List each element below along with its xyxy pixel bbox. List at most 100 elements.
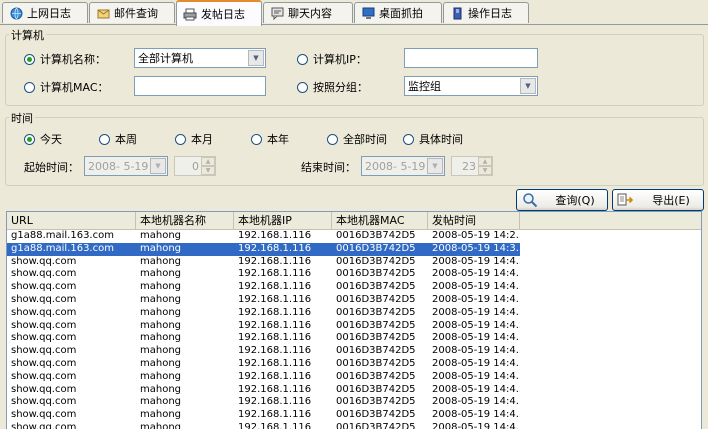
computer-ip-input[interactable] [404, 48, 538, 68]
computer-mac-input[interactable] [134, 76, 266, 96]
table-cell: mahong [140, 345, 182, 357]
group-value: 监控组 [408, 80, 441, 93]
table-cell: mahong [140, 319, 182, 331]
time-option-label: 本年 [267, 133, 289, 146]
table-header: URL 本地机器名称 本地机器IP 本地机器MAC 发帖时间 [7, 212, 701, 230]
group-select[interactable]: 监控组 ▼ [404, 76, 538, 96]
tab-label: 邮件查询 [114, 7, 158, 20]
search-icon [517, 192, 543, 208]
radio-this-month[interactable]: 本月 [175, 131, 213, 147]
table-cell: show.qq.com [11, 396, 77, 408]
table-row[interactable]: show.qq.com mahong 192.168.1.116 0016D3B742… [7, 307, 701, 320]
table-cell: 2008-05-19 14:4... [432, 332, 520, 344]
radio-this-year[interactable]: 本年 [251, 131, 289, 147]
radio-today[interactable]: 今天 [24, 131, 62, 147]
column-header-local-mac[interactable]: 本地机器MAC [332, 212, 428, 229]
table-cell: 192.168.1.116 [238, 281, 312, 293]
computer-name-value: 全部计算机 [138, 52, 193, 65]
tab-post-log[interactable]: 发帖日志 [176, 0, 262, 26]
radio-all-time[interactable]: 全部时间 [327, 131, 387, 147]
table-row[interactable]: show.qq.com mahong 192.168.1.116 0016D3B742… [7, 256, 701, 269]
table-cell: show.qq.com [11, 306, 77, 318]
table-row[interactable]: show.qq.com mahong 192.168.1.116 0016D3B742… [7, 294, 701, 307]
printer-icon [183, 7, 197, 21]
end-date-picker[interactable]: 2008- 5-19 ▼ [361, 156, 445, 176]
table-cell: mahong [140, 370, 182, 382]
radio-circle [403, 133, 414, 145]
table-cell: 192.168.1.116 [238, 345, 312, 357]
table-row[interactable]: show.qq.com mahong 192.168.1.116 0016D3B742… [7, 281, 701, 294]
table-row[interactable]: show.qq.com mahong 192.168.1.116 0016D3B742… [7, 320, 701, 333]
radio-specific-time[interactable]: 具体时间 [403, 131, 463, 147]
column-header-local-name[interactable]: 本地机器名称 [136, 212, 234, 229]
spin-up-icon[interactable]: ▲ [478, 157, 492, 166]
time-option-label: 全部时间 [343, 133, 387, 146]
table-cell: show.qq.com [11, 281, 77, 293]
table-row[interactable]: show.qq.com mahong 192.168.1.116 0016D3B742… [7, 422, 701, 429]
tab-web-log[interactable]: 上网日志 [2, 2, 88, 23]
radio-by-group[interactable]: 按照分组： [297, 79, 368, 95]
chevron-down-icon[interactable]: ▼ [150, 158, 166, 174]
radio-circle [297, 53, 308, 65]
column-header-local-ip[interactable]: 本地机器IP [234, 212, 332, 229]
table-cell: mahong [140, 281, 182, 293]
table-row[interactable]: show.qq.com mahong 192.168.1.116 0016D3B742… [7, 409, 701, 422]
tab-mail-query[interactable]: 邮件查询 [89, 2, 175, 23]
chevron-down-icon[interactable]: ▼ [520, 78, 536, 94]
table-cell: 0016D3B742D5 [332, 242, 428, 256]
chevron-down-icon[interactable]: ▼ [427, 158, 443, 174]
export-button[interactable]: 导出(E) [612, 189, 704, 211]
table-row[interactable]: g1a88.mail.163.com mahong 192.168.1.116 001… [7, 242, 701, 256]
table-cell: g1a88.mail.163.com [11, 230, 114, 241]
table-cell: show.qq.com [11, 370, 77, 382]
spin-down-icon[interactable]: ▼ [201, 166, 215, 175]
table-cell: 2008-05-19 14:4... [432, 319, 520, 331]
table-cell: 0016D3B742D5 [336, 319, 416, 331]
spin-down-icon[interactable]: ▼ [478, 166, 492, 175]
chevron-down-icon[interactable]: ▼ [248, 50, 264, 66]
tab-label: 聊天内容 [288, 7, 332, 20]
table-cell: 192.168.1.116 [238, 396, 312, 408]
table-row[interactable]: show.qq.com mahong 192.168.1.116 0016D3B742… [7, 332, 701, 345]
table-row[interactable]: show.qq.com mahong 192.168.1.116 0016D3B742… [7, 345, 701, 358]
spin-up-icon[interactable]: ▲ [201, 157, 215, 166]
start-date-picker[interactable]: 2008- 5-19 ▼ [84, 156, 168, 176]
time-option-label: 本周 [115, 133, 137, 146]
table-cell: 0016D3B742D5 [336, 345, 416, 357]
table-row[interactable]: show.qq.com mahong 192.168.1.116 0016D3B742… [7, 396, 701, 409]
column-header-post-time[interactable]: 发帖时间 [428, 212, 520, 229]
radio-computer-name[interactable]: 计算机名称： [24, 51, 106, 67]
radio-computer-ip[interactable]: 计算机IP： [297, 51, 367, 67]
query-button[interactable]: 查询(Q) [516, 189, 608, 211]
table-row[interactable]: show.qq.com mahong 192.168.1.116 0016D3B742… [7, 268, 701, 281]
table-cell: 192.168.1.116 [234, 242, 332, 256]
post-log-table[interactable]: URL 本地机器名称 本地机器IP 本地机器MAC 发帖时间 g1a88.mai… [6, 211, 702, 429]
computer-name-select[interactable]: 全部计算机 ▼ [134, 48, 266, 68]
tab-operation-log[interactable]: 操作日志 [443, 2, 529, 23]
table-row[interactable]: show.qq.com mahong 192.168.1.116 0016D3B742… [7, 371, 701, 384]
table-row[interactable]: show.qq.com mahong 192.168.1.116 0016D3B742… [7, 358, 701, 371]
table-cell: mahong [140, 306, 182, 318]
computer-ip-label: 计算机IP： [313, 53, 367, 66]
computer-name-label: 计算机名称： [40, 53, 106, 66]
tab-desktop-capture[interactable]: 桌面抓拍 [354, 2, 442, 23]
table-cell: 2008-05-19 14:4... [432, 357, 520, 369]
tab-bar: 上网日志 邮件查询 发帖日志 聊天内容 桌面抓拍 操作日志 [0, 0, 708, 26]
radio-this-week[interactable]: 本周 [99, 131, 137, 147]
table-cell: show.qq.com [11, 345, 77, 357]
table-row[interactable]: g1a88.mail.163.com mahong 192.168.1.116 001… [7, 230, 701, 243]
globe-icon [9, 6, 23, 20]
start-hour-spinner[interactable]: 0 ▲ ▼ [174, 156, 216, 176]
time-option-label: 具体时间 [419, 133, 463, 146]
tab-chat-content[interactable]: 聊天内容 [263, 2, 353, 23]
column-header-url[interactable]: URL [7, 212, 136, 229]
tab-label: 发帖日志 [201, 8, 245, 21]
table-row[interactable]: show.qq.com mahong 192.168.1.116 0016D3B742… [7, 384, 701, 397]
table-cell: show.qq.com [11, 357, 77, 369]
table-cell: 192.168.1.116 [238, 421, 312, 429]
end-hour-spinner[interactable]: 23 ▲ ▼ [451, 156, 493, 176]
radio-computer-mac[interactable]: 计算机MAC： [24, 79, 109, 95]
table-cell: mahong [140, 332, 182, 344]
log-icon [450, 6, 464, 20]
table-cell: mahong [140, 357, 182, 369]
